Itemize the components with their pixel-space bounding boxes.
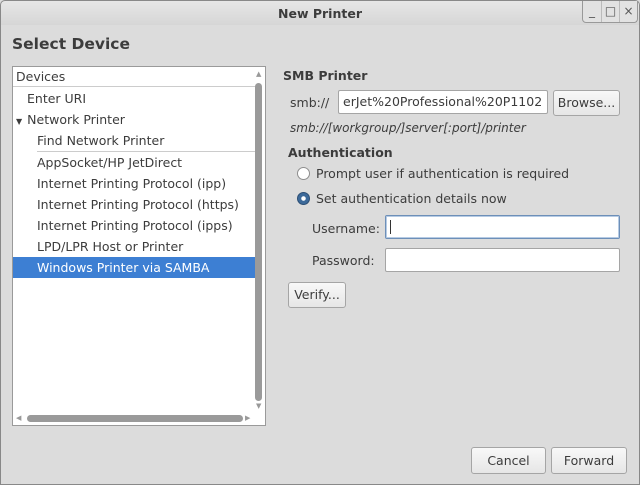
smb-uri-input[interactable]: erJet%20Professional%20P1102 bbox=[338, 90, 548, 114]
smb-printer-heading: SMB Printer bbox=[283, 68, 368, 83]
page-title: Select Device bbox=[12, 35, 130, 53]
separator bbox=[37, 151, 255, 152]
device-list-item-label: LPD/LPR Host or Printer bbox=[37, 239, 184, 254]
radio-prompt-user[interactable] bbox=[297, 167, 310, 180]
device-list-item[interactable]: AppSocket/HP JetDirect bbox=[13, 152, 255, 173]
minimize-icon[interactable]: _ bbox=[583, 1, 601, 22]
scroll-up-icon[interactable]: ▲ bbox=[256, 70, 261, 78]
radio-prompt-user-label[interactable]: Prompt user if authentication is require… bbox=[316, 166, 569, 181]
window-title: New Printer bbox=[278, 6, 362, 21]
vertical-scroll-thumb[interactable] bbox=[255, 83, 262, 401]
vertical-scrollbar[interactable]: ▲ ▼ bbox=[254, 67, 264, 413]
device-list-item-label: Enter URI bbox=[27, 91, 87, 106]
window-controls: _ □ × bbox=[582, 1, 638, 23]
device-list-item-label: Windows Printer via SAMBA bbox=[37, 260, 210, 275]
username-label: Username: bbox=[312, 221, 380, 236]
title-bar: New Printer bbox=[0, 0, 640, 25]
authentication-heading: Authentication bbox=[288, 145, 393, 160]
device-list-item-label: Internet Printing Protocol (ipps) bbox=[37, 218, 233, 233]
device-list-item-label: Find Network Printer bbox=[37, 133, 165, 148]
smb-prefix-label: smb:// bbox=[290, 95, 330, 110]
maximize-icon[interactable]: □ bbox=[601, 1, 619, 22]
scroll-right-icon[interactable]: ▶ bbox=[245, 414, 250, 422]
device-list-item[interactable]: Internet Printing Protocol (ipp) bbox=[13, 173, 255, 194]
scroll-left-icon[interactable]: ◀ bbox=[16, 414, 21, 422]
device-list-item[interactable]: LPD/LPR Host or Printer bbox=[13, 236, 255, 257]
password-label: Password: bbox=[312, 253, 375, 268]
smb-uri-hint: smb://[workgroup/]server[:port]/printer bbox=[290, 121, 526, 135]
scroll-down-icon[interactable]: ▼ bbox=[256, 402, 261, 410]
horizontal-scroll-thumb[interactable] bbox=[27, 415, 243, 422]
browse-button[interactable]: Browse... bbox=[553, 90, 620, 116]
device-list[interactable]: Devices Enter URI ▼ Network Printer Find Ne… bbox=[12, 66, 266, 426]
forward-button[interactable]: Forward bbox=[551, 447, 627, 474]
device-list-item[interactable]: Enter URI bbox=[13, 88, 255, 109]
verify-button[interactable]: Verify... bbox=[288, 282, 346, 308]
cancel-button[interactable]: Cancel bbox=[471, 447, 546, 474]
horizontal-scrollbar[interactable]: ◀ ▶ bbox=[13, 412, 255, 424]
expander-icon[interactable]: ▼ bbox=[16, 117, 22, 126]
device-list-item[interactable]: Windows Printer via SAMBA bbox=[13, 257, 255, 278]
radio-set-details-label[interactable]: Set authentication details now bbox=[316, 191, 507, 206]
device-list-item-label: Internet Printing Protocol (https) bbox=[37, 197, 239, 212]
device-list-header[interactable]: Devices bbox=[13, 67, 255, 87]
text-cursor bbox=[390, 220, 391, 234]
device-list-item-label: Network Printer bbox=[27, 112, 125, 127]
device-list-item[interactable]: Internet Printing Protocol (https) bbox=[13, 194, 255, 215]
device-list-item-label: Internet Printing Protocol (ipp) bbox=[37, 176, 227, 191]
radio-set-details[interactable] bbox=[297, 192, 310, 205]
device-list-item-label: AppSocket/HP JetDirect bbox=[37, 155, 183, 170]
password-input[interactable] bbox=[385, 248, 620, 272]
device-list-item[interactable]: ▼ Network Printer bbox=[13, 109, 255, 130]
username-input[interactable] bbox=[385, 215, 620, 239]
close-icon[interactable]: × bbox=[619, 1, 637, 22]
device-list-item[interactable]: Find Network Printer bbox=[13, 130, 255, 151]
device-list-item[interactable]: Internet Printing Protocol (ipps) bbox=[13, 215, 255, 236]
